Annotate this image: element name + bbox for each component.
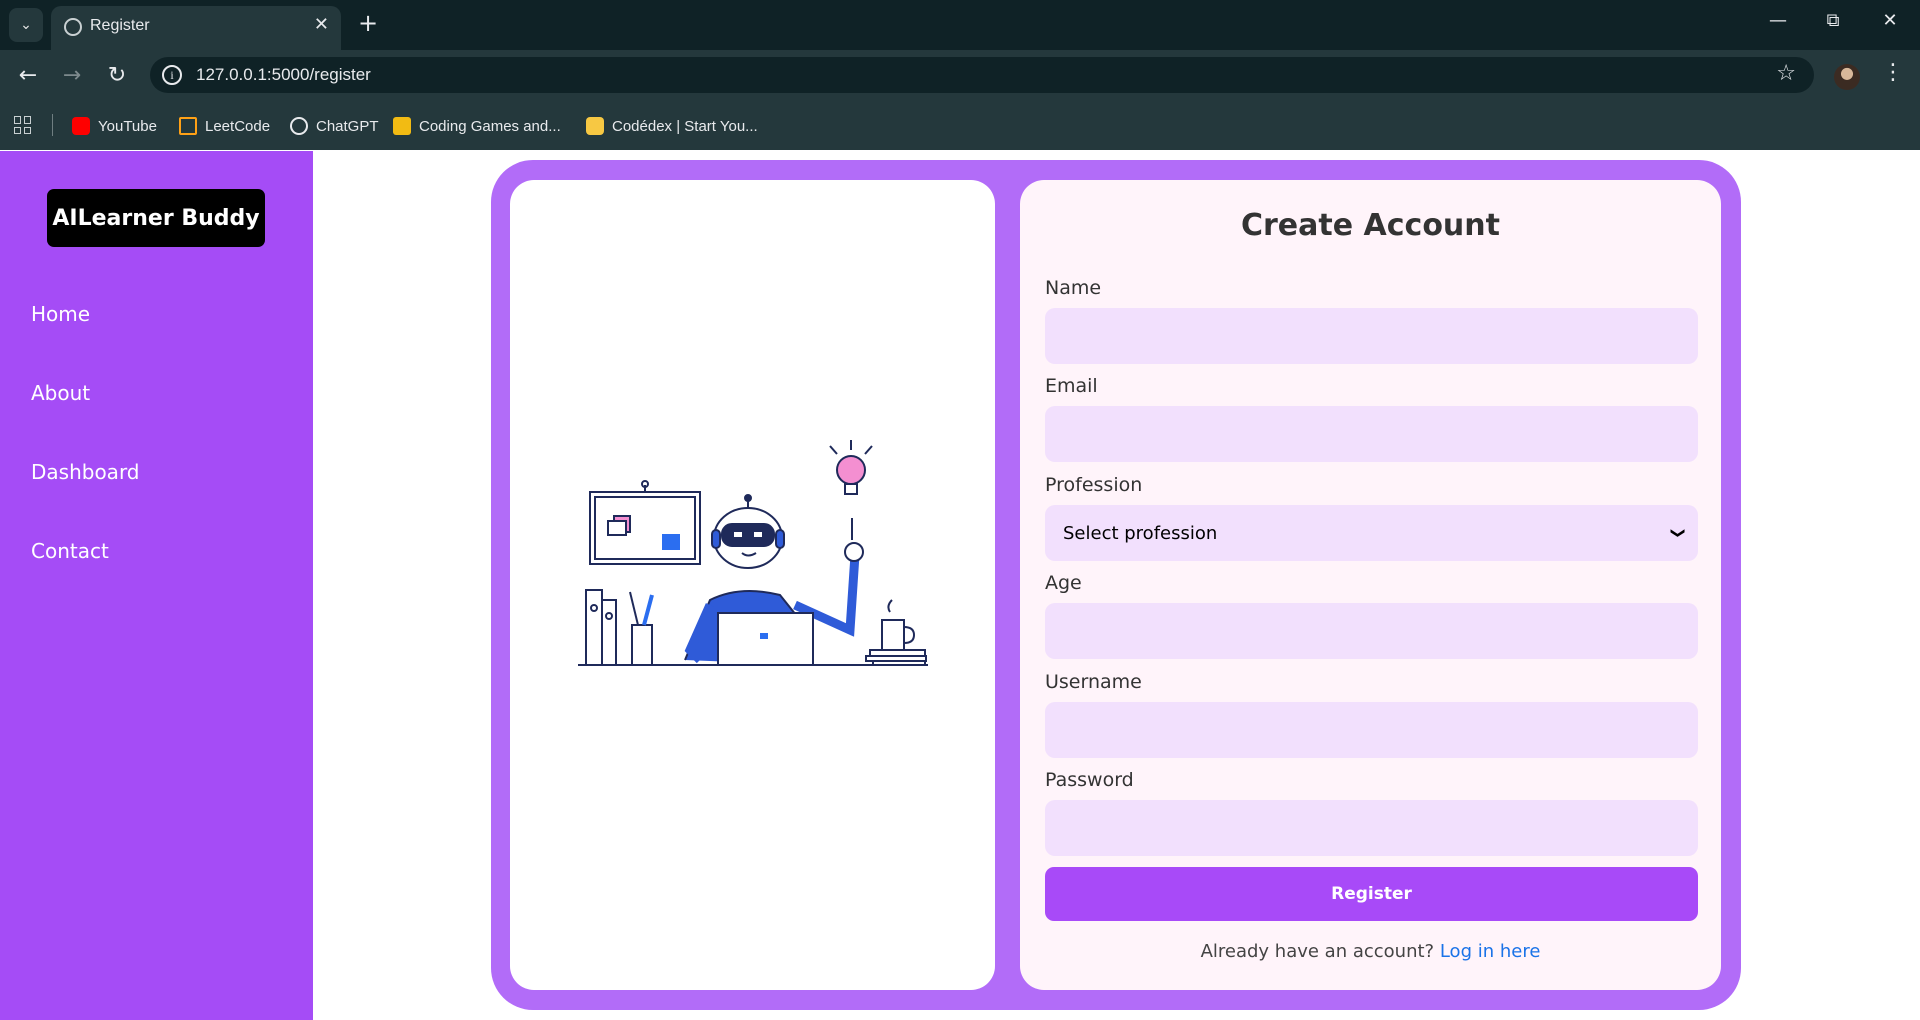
forward-icon[interactable]: → [56, 60, 88, 92]
codingame-icon [393, 117, 411, 135]
name-input[interactable] [1045, 308, 1698, 364]
site-info-icon[interactable]: i [162, 65, 182, 85]
bookmark-codingame[interactable]: Coding Games and... [393, 114, 561, 138]
username-label: Username [1045, 671, 1142, 693]
bookmarks-bar: YouTube LeetCode ChatGPT Coding Games an… [0, 100, 1920, 150]
profile-avatar[interactable] [1834, 64, 1860, 90]
minimize-icon[interactable]: — [1758, 10, 1798, 31]
email-label: Email [1045, 375, 1098, 397]
apps-grid-icon[interactable] [14, 116, 32, 134]
back-icon[interactable]: ← [12, 60, 44, 92]
tab-search-chevron-icon[interactable]: ⌄ [9, 8, 43, 42]
age-input[interactable] [1045, 603, 1698, 659]
globe-icon [64, 18, 82, 36]
sidebar-item-home[interactable]: Home [31, 302, 90, 326]
sidebar: AILearner Buddy Home About Dashboard Con… [0, 151, 313, 1020]
register-button[interactable]: Register [1045, 867, 1698, 921]
register-frame: Create Account Name Email Profession Sel… [491, 160, 1741, 1010]
codedex-icon [586, 117, 604, 135]
bookmark-label: Codédex | Start You... [612, 117, 758, 135]
bookmark-label: ChatGPT [316, 117, 379, 135]
leetcode-icon [179, 117, 197, 135]
browser-tab[interactable]: Register ✕ [51, 6, 341, 50]
register-form-card: Create Account Name Email Profession Sel… [1020, 180, 1721, 990]
profession-select[interactable]: Select profession ❯ [1045, 505, 1698, 561]
bookmark-leetcode[interactable]: LeetCode [179, 114, 270, 138]
username-input[interactable] [1045, 702, 1698, 758]
address-bar[interactable]: i 127.0.0.1:5000/register ☆ [150, 57, 1814, 93]
chatgpt-icon [290, 117, 308, 135]
page-content: AILearner Buddy Home About Dashboard Con… [0, 151, 1920, 1020]
illustration-card [510, 180, 995, 990]
url-text[interactable]: 127.0.0.1:5000/register [196, 65, 371, 85]
browser-tab-bar: ⌄ Register ✕ + — ⧉ ✕ [0, 0, 1920, 50]
bookmarks-divider [52, 114, 53, 136]
email-input[interactable] [1045, 406, 1698, 462]
name-label: Name [1045, 277, 1102, 299]
tab-title: Register [90, 17, 150, 34]
browser-menu-icon[interactable]: ⋮ [1880, 60, 1906, 85]
reload-icon[interactable]: ↻ [101, 60, 133, 92]
restore-icon[interactable]: ⧉ [1813, 10, 1853, 31]
login-prompt-row: Already have an account? Log in here [1020, 941, 1721, 962]
bookmark-star-icon[interactable]: ☆ [1776, 61, 1796, 86]
bookmark-codedex[interactable]: Codédex | Start You... [586, 114, 758, 138]
profession-label: Profession [1045, 474, 1143, 496]
browser-toolbar: ← → ↻ i 127.0.0.1:5000/register ☆ ⋮ [0, 50, 1920, 100]
login-link[interactable]: Log in here [1440, 941, 1541, 962]
bookmark-label: LeetCode [205, 117, 271, 135]
bookmark-label: Coding Games and... [419, 117, 561, 135]
password-label: Password [1045, 769, 1134, 791]
robot-at-laptop-illustration [578, 440, 928, 666]
brand-logo[interactable]: AILearner Buddy [47, 189, 265, 247]
age-label: Age [1045, 572, 1082, 594]
bookmark-youtube[interactable]: YouTube [72, 114, 157, 138]
close-window-icon[interactable]: ✕ [1870, 10, 1910, 31]
close-tab-icon[interactable]: ✕ [314, 14, 329, 35]
sidebar-item-contact[interactable]: Contact [31, 539, 109, 563]
chevron-down-icon: ❯ [1670, 527, 1687, 539]
bookmark-chatgpt[interactable]: ChatGPT [290, 114, 379, 138]
sidebar-item-about[interactable]: About [31, 381, 90, 405]
login-prompt-text: Already have an account? [1200, 941, 1435, 962]
password-input[interactable] [1045, 800, 1698, 856]
sidebar-item-dashboard[interactable]: Dashboard [31, 460, 140, 484]
bookmark-label: YouTube [98, 117, 157, 135]
form-title: Create Account [1241, 208, 1500, 243]
youtube-icon [72, 117, 90, 135]
profession-selected-value: Select profession [1063, 522, 1218, 544]
new-tab-icon[interactable]: + [353, 8, 383, 38]
